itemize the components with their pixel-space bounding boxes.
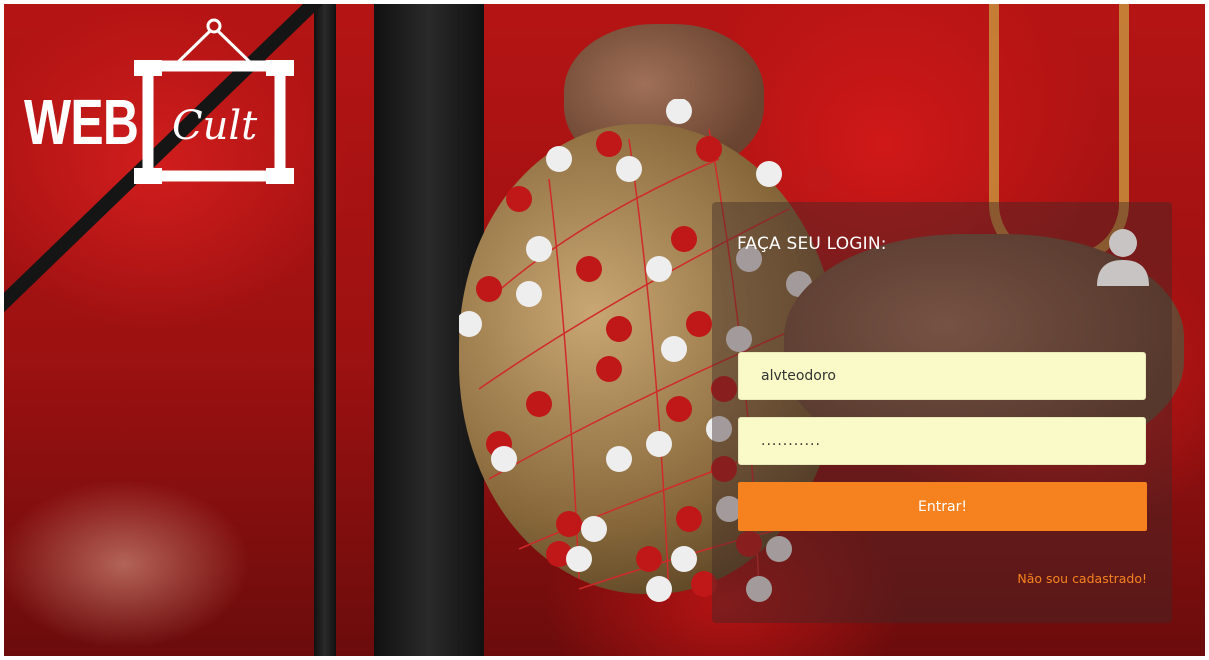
logo-web-text: WEB — [24, 86, 139, 158]
username-input[interactable] — [738, 352, 1146, 400]
login-submit-button[interactable]: Entrar! — [738, 482, 1147, 531]
login-card: FAÇA SEU LOGIN: Entrar! Não sou cadastra… — [712, 202, 1172, 623]
login-title: FAÇA SEU LOGIN: — [737, 234, 887, 254]
register-link[interactable]: Não sou cadastrado! — [1017, 571, 1147, 586]
webcult-logo: WEB Cult — [22, 16, 297, 201]
password-input[interactable] — [738, 417, 1146, 465]
user-avatar-icon — [1097, 229, 1149, 286]
background-stand-pole — [314, 4, 336, 656]
login-page: WEB Cult FAÇA SEU LOGIN: Entrar! — [4, 4, 1205, 656]
logo-cult-text: Cult — [172, 103, 258, 149]
